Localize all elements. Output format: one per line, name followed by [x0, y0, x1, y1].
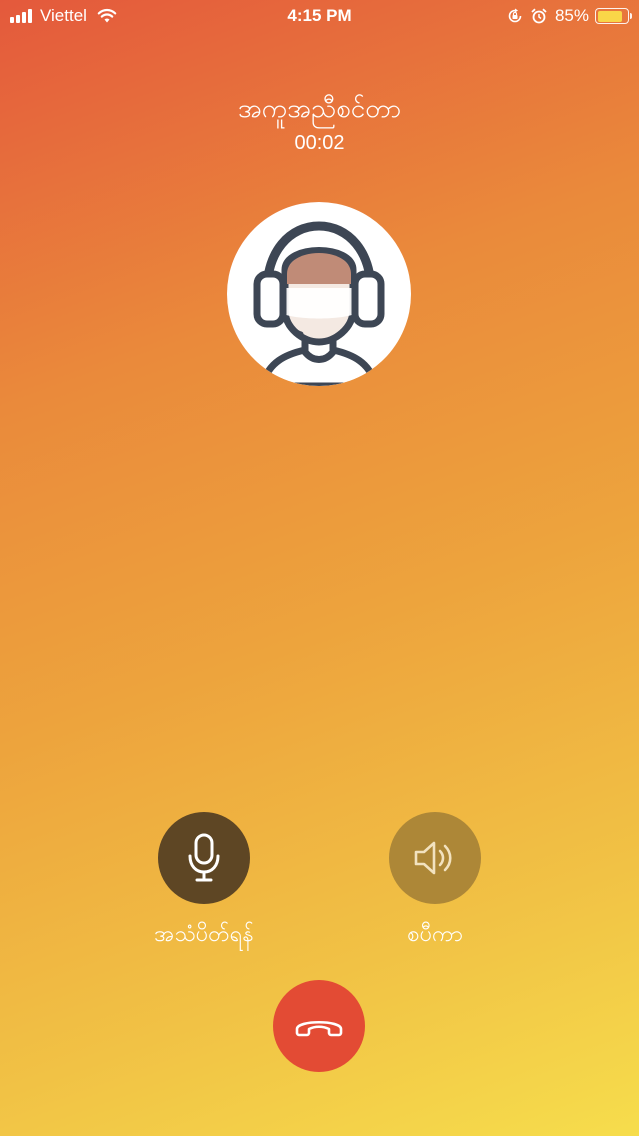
caller-avatar	[227, 202, 411, 386]
end-call-button[interactable]	[273, 980, 365, 1072]
battery-percent: 85%	[554, 6, 589, 25]
orientation-lock-icon	[508, 8, 522, 23]
mute-label: အသံပိတ်ရန်	[154, 922, 254, 947]
hang-up-phone-icon	[295, 1020, 343, 1037]
caller-name: အကူအညီစင်တာ	[237, 94, 402, 124]
speaker-button[interactable]	[389, 812, 481, 904]
battery-fill	[597, 10, 623, 22]
speaker-icon	[414, 841, 452, 875]
microphone-icon	[188, 833, 220, 882]
headset-agent-avatar-icon	[253, 221, 385, 386]
speaker-label: စပီကာ	[407, 922, 463, 947]
alarm-icon	[531, 8, 547, 24]
battery-icon	[595, 8, 632, 24]
mute-button[interactable]	[158, 812, 250, 904]
status-bar: Viettel 4:15 PM 85%	[0, 0, 639, 34]
status-right: 85%	[507, 6, 632, 26]
call-duration: 00:02	[294, 132, 345, 154]
